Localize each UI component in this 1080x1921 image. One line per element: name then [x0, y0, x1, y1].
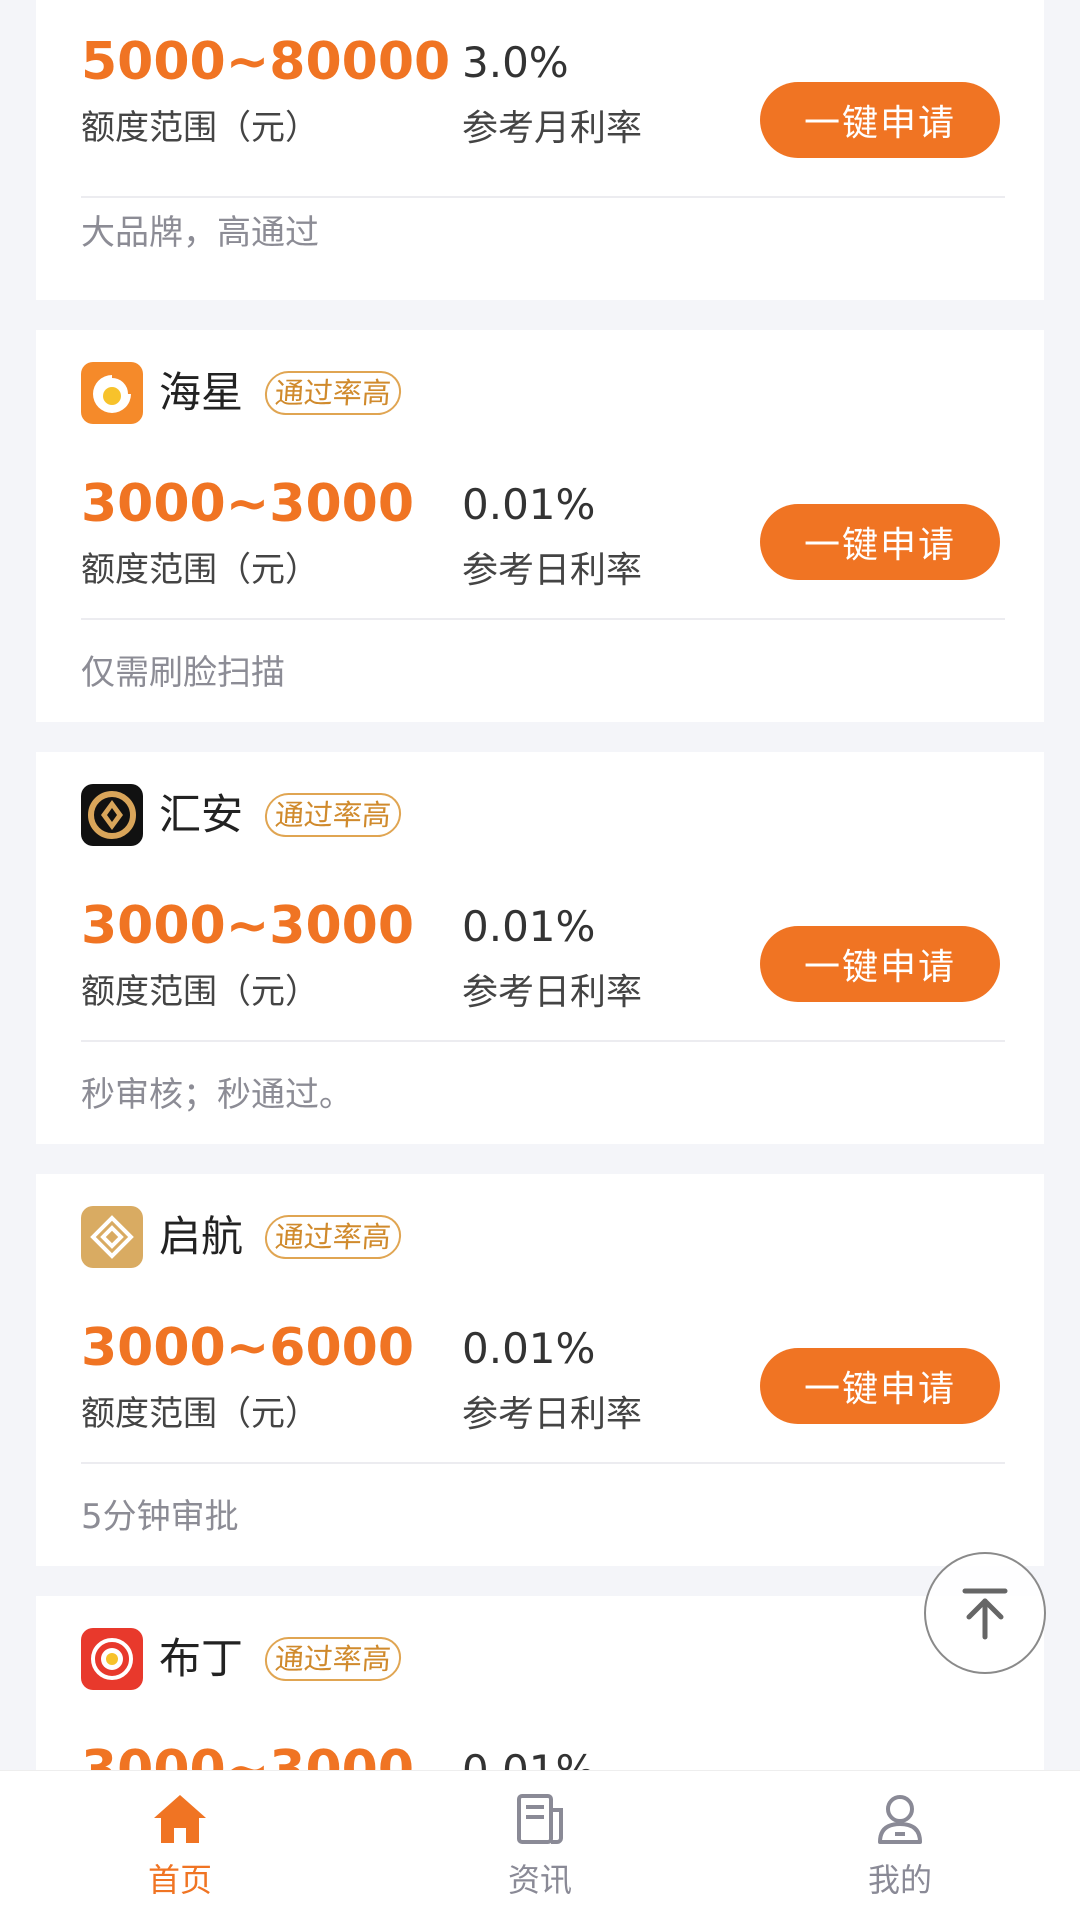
home-icon [150, 1789, 210, 1849]
product-card[interactable]: 启航 通过率高 3000~6000 额度范围（元） 0.01% 参考日利率 一键… [36, 1174, 1044, 1566]
card-header: 布丁 通过率高 [81, 1628, 403, 1690]
product-card[interactable]: 汇安 通过率高 3000~3000 额度范围（元） 0.01% 参考日利率 一键… [36, 752, 1044, 1144]
divider [81, 196, 1005, 198]
amount-range: 3000~3000 [81, 1740, 415, 1770]
tab-news[interactable]: 资讯 [360, 1771, 720, 1921]
divider [81, 1040, 1005, 1042]
interest-rate: 0.01% [462, 902, 596, 951]
tab-label: 首页 [147, 1861, 212, 1899]
apply-button[interactable]: 一键申请 [760, 1348, 1000, 1424]
qihang-logo-icon [81, 1206, 143, 1268]
interest-rate: 3.0% [462, 38, 569, 87]
product-card[interactable]: 5000~80000 额度范围（元） 3.0% 参考月利率 一键申请 大品牌，高… [36, 0, 1044, 300]
card-header: 海星 通过率高 [81, 362, 403, 424]
pass-rate-badge: 通过率高 [263, 1215, 403, 1259]
interest-rate: 0.01% [462, 1324, 596, 1373]
haixing-logo-icon [81, 362, 143, 424]
apply-button[interactable]: 一键申请 [760, 82, 1000, 158]
tab-home[interactable]: 首页 [0, 1771, 360, 1921]
bottom-tab-bar: 首页 资讯 我的 [0, 1770, 1080, 1921]
interest-rate-label: 参考日利率 [462, 550, 643, 591]
huian-logo-icon [81, 784, 143, 846]
product-description: 仅需刷脸扫描 [81, 653, 285, 693]
tab-profile[interactable]: 我的 [720, 1771, 1080, 1921]
product-name: 启航 [159, 1212, 244, 1261]
amount-range: 3000~3000 [81, 896, 415, 956]
tab-label: 我的 [867, 1861, 932, 1899]
product-description: 5分钟审批 [81, 1497, 239, 1537]
profile-icon [870, 1789, 930, 1849]
buding-logo-icon [81, 1628, 143, 1690]
interest-rate: 0.01% [462, 480, 596, 529]
product-card[interactable]: 海星 通过率高 3000~3000 额度范围（元） 0.01% 参考日利率 一键… [36, 330, 1044, 722]
interest-rate-label: 参考日利率 [462, 972, 643, 1013]
amount-range: 3000~6000 [81, 1318, 415, 1378]
apply-button[interactable]: 一键申请 [760, 504, 1000, 580]
interest-rate: 0.01% [462, 1743, 595, 1770]
pass-rate-badge: 通过率高 [263, 793, 403, 837]
card-header: 汇安 通过率高 [81, 784, 403, 846]
amount-range-label: 额度范围（元） [81, 972, 319, 1012]
divider [81, 1462, 1005, 1464]
product-name: 海星 [159, 368, 244, 417]
tab-label: 资讯 [507, 1861, 572, 1899]
pass-rate-badge: 通过率高 [263, 1637, 403, 1681]
amount-range-label: 额度范围（元） [81, 1394, 319, 1434]
amount-range-label: 额度范围（元） [81, 108, 319, 148]
news-icon [510, 1789, 570, 1849]
product-name: 汇安 [159, 790, 244, 839]
product-description: 大品牌，高通过 [81, 213, 319, 253]
amount-range: 3000~3000 [81, 474, 415, 534]
product-list: 5000~80000 额度范围（元） 3.0% 参考月利率 一键申请 大品牌，高… [0, 0, 1080, 1770]
arrow-up-icon [962, 1588, 1008, 1640]
product-name: 布丁 [159, 1634, 244, 1683]
back-to-top-button[interactable] [924, 1552, 1046, 1674]
amount-range: 5000~80000 [81, 32, 451, 92]
interest-rate-label: 参考日利率 [462, 1394, 643, 1435]
product-description: 秒审核；秒通过。 [81, 1075, 353, 1115]
card-header: 启航 通过率高 [81, 1206, 403, 1268]
divider [81, 618, 1005, 620]
apply-button[interactable]: 一键申请 [760, 926, 1000, 1002]
product-card[interactable]: 布丁 通过率高 3000~3000 0.01% [36, 1596, 1044, 1770]
amount-range-label: 额度范围（元） [81, 550, 319, 590]
interest-rate-label: 参考月利率 [462, 108, 643, 149]
pass-rate-badge: 通过率高 [263, 371, 403, 415]
